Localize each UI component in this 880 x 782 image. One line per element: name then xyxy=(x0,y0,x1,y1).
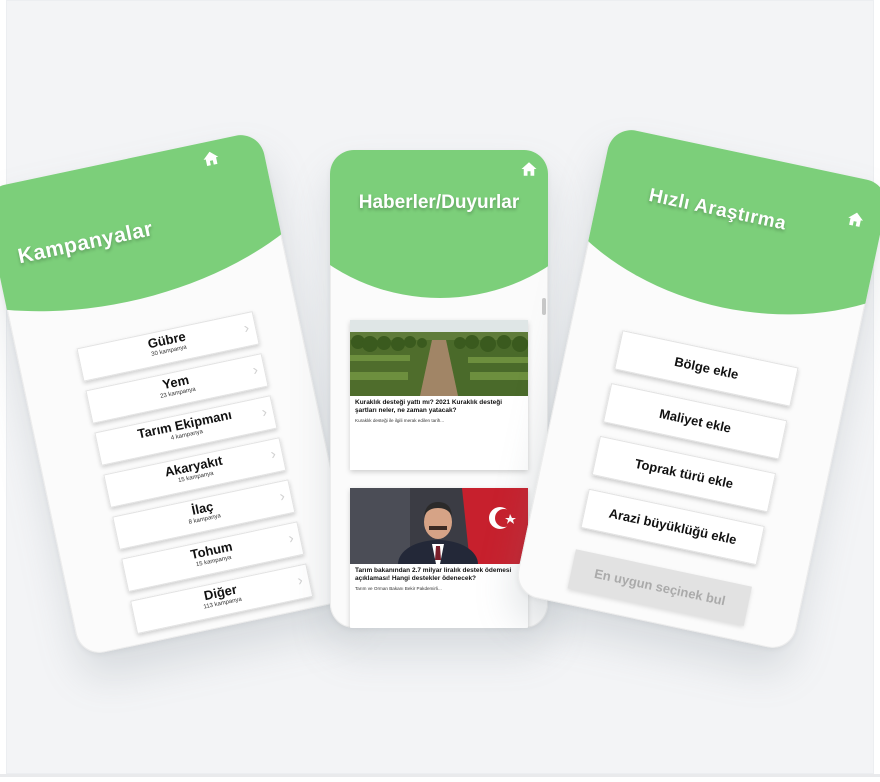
vineyard-image xyxy=(350,320,528,396)
minister-photo xyxy=(350,488,528,564)
header-blob xyxy=(330,150,548,298)
news-body: Tarım ve Orman Bakanı Bekir Pakdemirli..… xyxy=(355,586,442,591)
home-icon[interactable] xyxy=(845,209,866,230)
news-headline: Kuraklık desteği yattı mı? 2021 Kuraklık… xyxy=(355,399,503,414)
screen-title: Haberler/Duyurlar xyxy=(358,192,520,213)
news-screen: Haberler/Duyurlar Kuraklık desteği yattı… xyxy=(330,150,548,628)
scrollbar[interactable] xyxy=(542,298,546,315)
news-body: Kuraklık desteği ile ilgili merak edilen… xyxy=(355,418,445,423)
bottom-divider xyxy=(0,774,880,777)
news-card[interactable]: Tarım bakanından 2.7 milyar liralık dest… xyxy=(350,488,528,628)
home-icon[interactable] xyxy=(200,148,221,169)
action-list: Bölge ekle Maliyet ekle Toprak türü ekle… xyxy=(565,330,799,639)
category-list: Gübre 30 kampanya › Yem 23 kampanya › Ta… xyxy=(76,311,315,643)
news-card[interactable]: Kuraklık desteği yattı mı? 2021 Kuraklık… xyxy=(350,320,528,470)
news-headline: Tarım bakanından 2.7 milyar liralık dest… xyxy=(355,567,512,582)
home-icon[interactable] xyxy=(520,160,538,178)
